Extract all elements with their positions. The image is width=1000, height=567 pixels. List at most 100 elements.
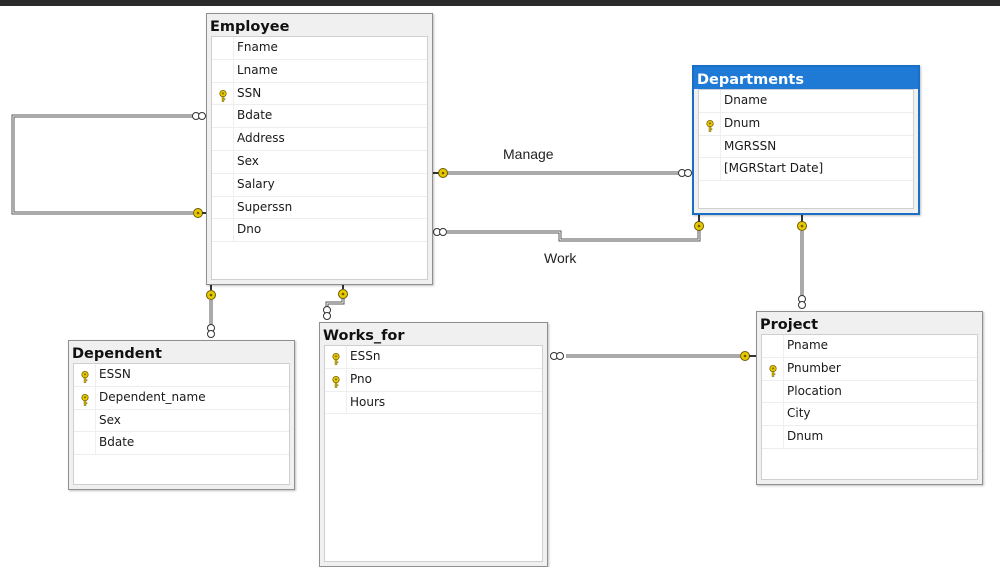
table-title[interactable]: Works_for [320,323,547,345]
column-name: Plocation [787,383,842,398]
row-selector[interactable] [212,150,234,173]
column-row[interactable]: Pnumber [762,357,977,381]
column-name: Pno [350,371,372,386]
work-label: Work [544,250,577,266]
row-selector[interactable] [762,335,784,357]
column-name: Bdate [237,108,273,123]
column-name: Pnumber [787,360,841,375]
primary-key-icon [331,374,341,388]
column-name: Dno [237,222,262,237]
column-name: ESSN [99,367,131,381]
table-title[interactable]: Employee [207,14,432,36]
row-selector[interactable] [762,357,784,380]
row-selector[interactable] [325,391,347,414]
table-title[interactable]: Departments [694,67,918,89]
table-title[interactable]: Project [757,312,982,334]
column-name: Address [237,131,285,146]
primary-key-icon [768,363,778,377]
row-selector[interactable] [212,59,234,82]
column-row[interactable]: Hours [325,391,542,415]
column-name: Dependent_name [99,389,206,404]
column-name: Salary [237,176,275,191]
row-selector[interactable] [212,128,234,150]
row-selector[interactable] [74,432,96,455]
works-for-table[interactable]: Works_for ESSn Pno Hours [319,322,548,567]
column-row[interactable]: Superssn [212,196,427,220]
row-selector[interactable] [212,219,234,242]
self-reference-line[interactable] [11,112,207,218]
column-name: Pname [787,338,829,352]
column-row[interactable]: Pname [762,335,977,358]
column-row[interactable]: [MGRStart Date] [699,158,913,182]
row-selector[interactable] [699,90,721,112]
column-row[interactable]: Sex [74,409,289,433]
primary-key-icon [80,369,90,383]
column-name: [MGRStart Date] [724,161,824,176]
row-selector[interactable] [212,196,234,219]
column-row[interactable]: Dname [699,90,913,113]
column-row[interactable]: Lname [212,59,427,83]
column-grid: Dname Dnum MGRSSN [MGRStart Date] [698,89,914,209]
column-name: Superssn [237,199,293,214]
column-row[interactable]: ESSN [74,364,289,387]
column-row[interactable]: Sex [212,150,427,174]
row-selector[interactable] [762,380,784,403]
department-project-line[interactable] [797,215,807,309]
column-name: MGRSSN [724,138,777,153]
column-row[interactable]: SSN [212,82,427,106]
row-selector[interactable] [325,368,347,391]
manage-relationship-line[interactable] [433,168,692,178]
row-selector[interactable] [325,346,347,368]
employee-dependent-line[interactable] [206,285,216,338]
column-row[interactable]: Bdate [74,432,289,456]
column-row[interactable]: Plocation [762,380,977,404]
column-name: Lname [237,62,278,77]
row-selector[interactable] [212,105,234,128]
column-grid: ESSn Pno Hours [324,345,543,562]
row-selector[interactable] [762,403,784,426]
column-row[interactable]: Salary [212,173,427,197]
column-name: City [787,406,811,421]
column-name: Hours [350,394,386,409]
column-name: Fname [237,40,278,54]
row-selector[interactable] [212,82,234,105]
column-row[interactable]: Fname [212,37,427,60]
column-row[interactable]: Bdate [212,105,427,129]
primary-key-icon [80,392,90,406]
project-table[interactable]: Project Pname Pnumber Plocation City Dnum [756,311,983,485]
column-row[interactable]: Dnum [699,112,913,136]
primary-key-icon [218,88,228,102]
table-title[interactable]: Dependent [69,341,294,363]
column-row[interactable]: City [762,403,977,427]
row-selector[interactable] [212,37,234,59]
work-relationship-line[interactable] [433,215,704,242]
column-row[interactable]: Pno [325,368,542,392]
departments-table[interactable]: Departments Dname Dnum MGRSSN [MGRStart Dat… [692,65,920,215]
row-selector[interactable] [699,158,721,181]
row-selector[interactable] [212,173,234,196]
column-row[interactable]: Dnum [762,426,977,449]
column-name: Sex [99,412,121,427]
row-selector[interactable] [74,409,96,432]
column-name: ESSn [350,349,381,363]
row-selector[interactable] [762,426,784,448]
column-row[interactable]: Address [212,128,427,151]
column-name: Dname [724,93,768,107]
column-name: Dnum [724,115,761,130]
column-name: SSN [237,85,262,100]
employee-worksfor-line[interactable] [323,285,348,320]
column-row[interactable]: Dependent_name [74,386,289,410]
dependent-table[interactable]: Dependent ESSN Dependent_name Sex Bdate [68,340,295,490]
employee-table[interactable]: Employee Fname Lname SSN Bdate Address Sex Sal… [206,13,433,285]
row-selector[interactable] [699,112,721,135]
column-row[interactable]: MGRSSN [699,135,913,159]
column-grid: Fname Lname SSN Bdate Address Sex Salary Supers… [211,36,428,280]
worksfor-project-line[interactable] [550,351,757,361]
primary-key-icon [705,118,715,132]
column-row[interactable]: Dno [212,219,427,243]
row-selector[interactable] [699,135,721,158]
row-selector[interactable] [74,364,96,386]
column-grid: ESSN Dependent_name Sex Bdate [73,363,290,485]
row-selector[interactable] [74,386,96,409]
column-row[interactable]: ESSn [325,346,542,369]
